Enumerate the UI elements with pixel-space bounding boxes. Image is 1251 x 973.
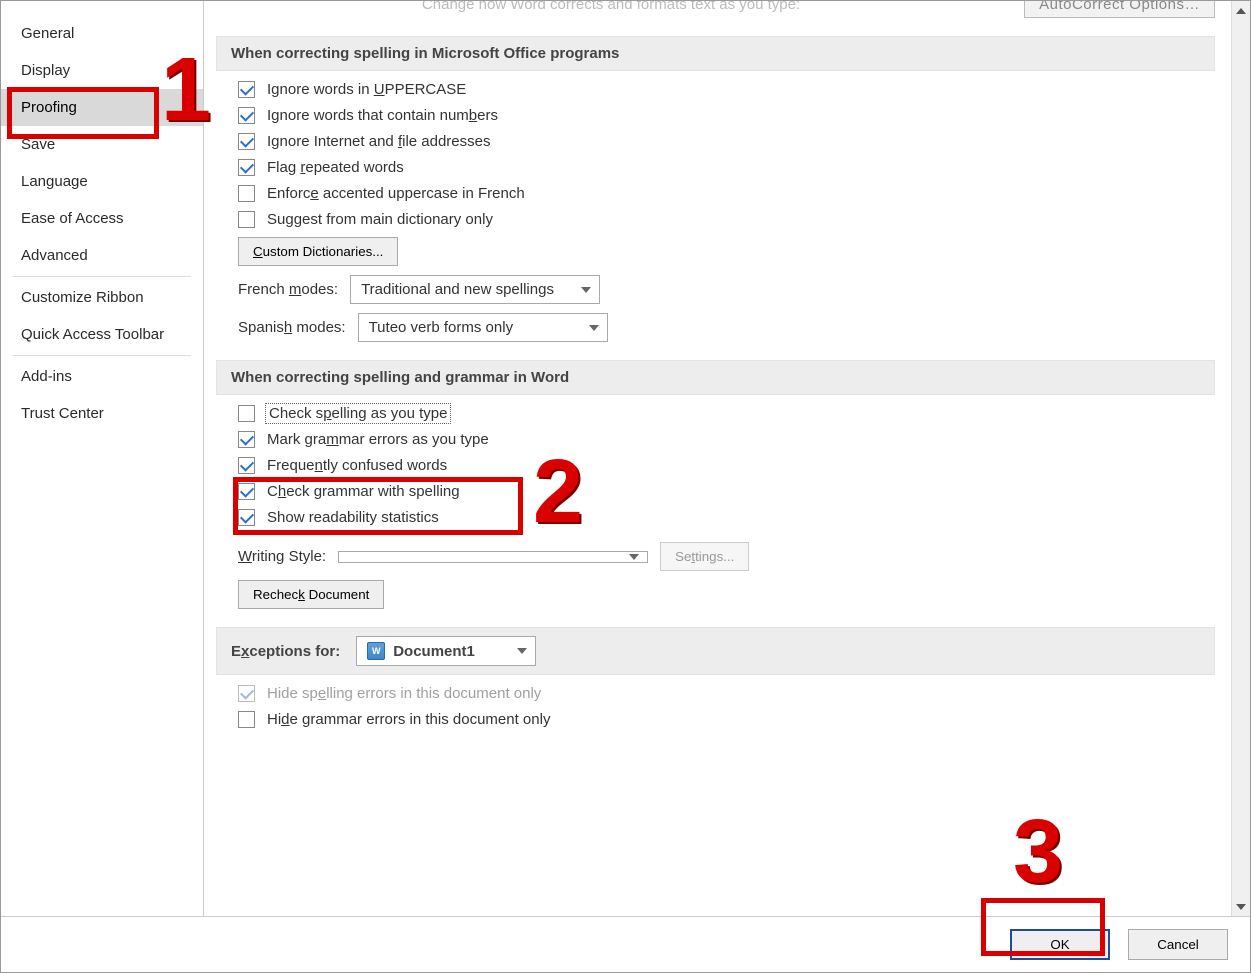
label-mark-grammar: Mark grammar errors as you type (267, 431, 489, 448)
custom-dictionaries-button[interactable]: Custom Dictionaries... (238, 237, 398, 266)
scroll-up-arrow-icon[interactable] (1232, 1, 1250, 20)
checkbox-readability[interactable] (238, 509, 255, 526)
label-exceptions-for: Exceptions for: (231, 643, 340, 660)
checkbox-flag-repeated[interactable] (238, 159, 255, 176)
proofing-panel: Change how Word corrects and formats tex… (204, 1, 1231, 916)
checkbox-check-spelling-as-type[interactable] (238, 405, 255, 422)
label-ignore-uppercase: Ignore words in UPPERCASE (267, 81, 466, 98)
sidebar-item-proofing[interactable]: Proofing (1, 89, 203, 126)
label-hide-spelling-errors: Hide spelling errors in this document on… (267, 685, 541, 702)
sidebar-item-language[interactable]: Language (1, 163, 203, 200)
label-ignore-numbers: Ignore words that contain numbers (267, 107, 498, 124)
scroll-down-arrow-icon[interactable] (1232, 897, 1250, 916)
checkbox-main-dictionary[interactable] (238, 211, 255, 228)
sidebar-item-save[interactable]: Save (1, 126, 203, 163)
options-sidebar: General Display Proofing Save Language E… (1, 1, 204, 916)
checkbox-enforce-accent[interactable] (238, 185, 255, 202)
checkbox-hide-grammar-errors[interactable] (238, 711, 255, 728)
section-header-spelling-word: When correcting spelling and grammar in … (216, 360, 1215, 395)
word-options-dialog: General Display Proofing Save Language E… (0, 0, 1251, 973)
exceptions-document-value: Document1 (393, 643, 475, 660)
dialog-footer: OK Cancel (1, 916, 1250, 972)
label-main-dictionary: Suggest from main dictionary only (267, 211, 493, 228)
sidebar-separator (13, 276, 191, 277)
checkbox-hide-spelling-errors (238, 685, 255, 702)
label-ignore-internet: Ignore Internet and file addresses (267, 133, 491, 150)
ok-button[interactable]: OK (1010, 929, 1110, 960)
section-header-exceptions: Exceptions for: W Document1 (216, 627, 1215, 675)
section-header-spelling-office: When correcting spelling in Microsoft Of… (216, 36, 1215, 71)
select-french-modes[interactable]: Traditional and new spellings (350, 275, 600, 304)
label-writing-style: Writing Style: (238, 548, 326, 565)
autocorrect-intro-text: Change how Word corrects and formats tex… (216, 1, 1006, 13)
autocorrect-options-button[interactable]: AutoCorrect Options… (1024, 1, 1215, 18)
checkbox-ignore-uppercase[interactable] (238, 81, 255, 98)
sidebar-separator (13, 355, 191, 356)
cancel-button[interactable]: Cancel (1128, 929, 1228, 960)
label-grammar-with-spelling: Check grammar with spelling (267, 483, 460, 500)
label-french-modes: French modes: (238, 281, 338, 298)
checkbox-grammar-with-spelling[interactable] (238, 483, 255, 500)
writing-style-settings-button[interactable]: Settings... (660, 542, 749, 571)
checkbox-confused-words[interactable] (238, 457, 255, 474)
vertical-scrollbar[interactable] (1231, 1, 1250, 916)
sidebar-item-general[interactable]: General (1, 15, 203, 52)
sidebar-item-quick-access-toolbar[interactable]: Quick Access Toolbar (1, 316, 203, 353)
sidebar-item-customize-ribbon[interactable]: Customize Ribbon (1, 279, 203, 316)
select-exceptions-document[interactable]: W Document1 (356, 636, 536, 666)
word-document-icon: W (367, 642, 385, 660)
label-flag-repeated: Flag repeated words (267, 159, 404, 176)
sidebar-item-trust-center[interactable]: Trust Center (1, 395, 203, 432)
select-spanish-modes[interactable]: Tuteo verb forms only (358, 313, 608, 342)
select-writing-style[interactable] (338, 551, 648, 563)
label-readability: Show readability statistics (267, 509, 439, 526)
sidebar-item-add-ins[interactable]: Add-ins (1, 358, 203, 395)
label-confused-words: Frequently confused words (267, 457, 447, 474)
checkbox-ignore-internet[interactable] (238, 133, 255, 150)
label-spanish-modes: Spanish modes: (238, 319, 346, 336)
checkbox-mark-grammar[interactable] (238, 431, 255, 448)
sidebar-item-advanced[interactable]: Advanced (1, 237, 203, 274)
recheck-document-button[interactable]: Recheck Document (238, 580, 384, 609)
checkbox-ignore-numbers[interactable] (238, 107, 255, 124)
label-check-spelling-as-type: Check spelling as you type (267, 405, 449, 422)
label-enforce-accent: Enforce accented uppercase in French (267, 185, 525, 202)
sidebar-item-ease-of-access[interactable]: Ease of Access (1, 200, 203, 237)
label-hide-grammar-errors: Hide grammar errors in this document onl… (267, 711, 550, 728)
sidebar-item-display[interactable]: Display (1, 52, 203, 89)
